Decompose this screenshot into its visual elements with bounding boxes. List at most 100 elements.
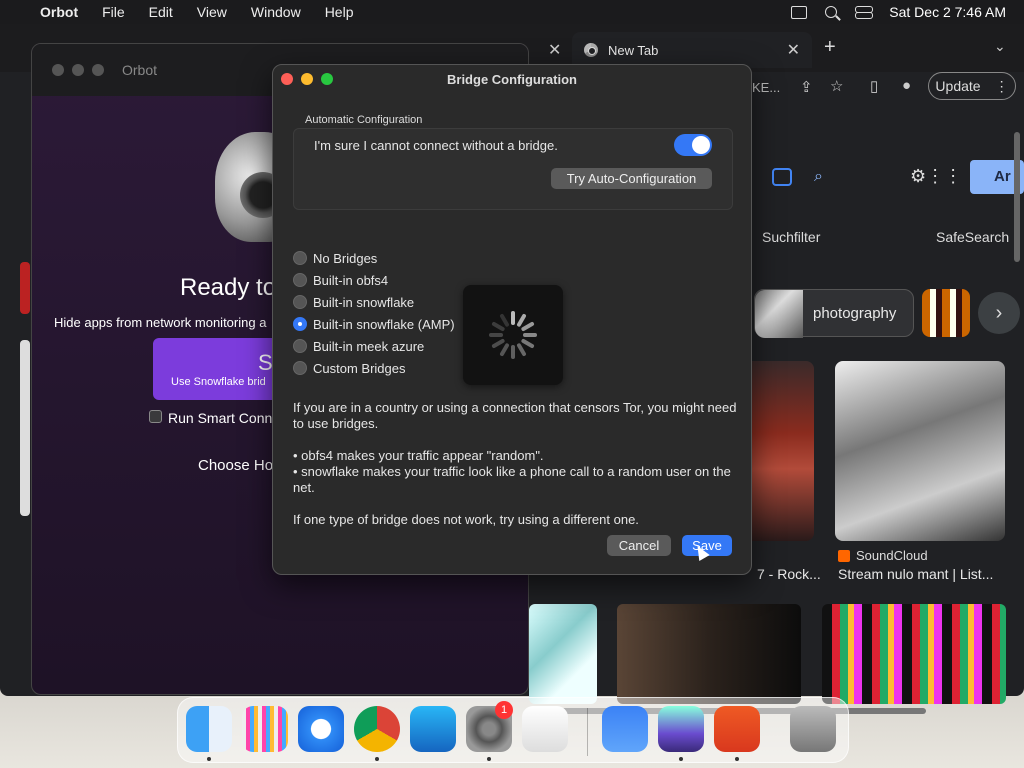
image-result[interactable] <box>20 340 30 516</box>
chrome-logo-icon <box>584 43 598 57</box>
chevron-right-icon[interactable]: › <box>978 292 1020 334</box>
toggle-knob <box>692 136 710 154</box>
result-title[interactable]: Stream nulo mant | List... <box>838 566 993 582</box>
radio-obfs4[interactable] <box>293 273 307 287</box>
image-result[interactable] <box>752 361 814 541</box>
chrome-icon[interactable] <box>354 706 400 752</box>
launchpad-icon[interactable] <box>242 706 288 752</box>
chip-thumbnail <box>755 290 803 338</box>
profile-icon[interactable]: ● <box>902 77 911 94</box>
image-result[interactable] <box>20 262 30 314</box>
auto-config-section-title: Automatic Configuration <box>305 114 423 126</box>
running-indicator <box>487 757 491 761</box>
radio-label[interactable]: Custom Bridges <box>313 361 405 376</box>
menu-file[interactable]: File <box>90 4 137 20</box>
zoom-window-icon[interactable] <box>92 64 104 76</box>
safari-icon[interactable] <box>298 706 344 752</box>
radio-label[interactable]: Built-in snowflake (AMP) <box>313 317 455 332</box>
try-auto-configuration-button[interactable]: Try Auto-Configuration <box>551 168 712 189</box>
tab-new-tab[interactable]: New Tab ✕ <box>572 32 812 68</box>
more-menu-icon[interactable]: ⋮ <box>995 78 1009 95</box>
start-button-sublabel: Use Snowflake brid <box>171 376 266 388</box>
new-tab-button[interactable]: + <box>824 36 836 59</box>
weather-icon[interactable] <box>602 706 648 752</box>
radio-snowflake[interactable] <box>293 295 307 309</box>
close-window-icon[interactable] <box>52 64 64 76</box>
description-snowflake: • snowflake makes your traffic look like… <box>293 464 731 495</box>
update-label: Update <box>935 78 981 94</box>
pixel-art-chip[interactable] <box>922 289 970 337</box>
menu-clock[interactable]: Sat Dec 2 7:46 AM <box>889 4 1006 20</box>
bookmark-star-icon[interactable]: ☆ <box>830 77 843 95</box>
dock-separator <box>587 708 588 756</box>
description-censorship: If you are in a country or using a conne… <box>293 400 737 431</box>
side-panel-icon[interactable]: ▯ <box>870 77 878 95</box>
search-icon[interactable]: ⌕ <box>814 168 823 186</box>
radio-no-bridges[interactable] <box>293 251 307 265</box>
smart-connect-checkbox[interactable] <box>149 410 162 423</box>
soundcloud-icon <box>838 549 850 562</box>
radio-label[interactable]: Built-in obfs4 <box>313 273 388 288</box>
radio-label[interactable]: Built-in meek azure <box>313 339 424 354</box>
running-indicator <box>679 757 683 761</box>
image-result[interactable] <box>822 604 1006 704</box>
source-name: SoundCloud <box>856 548 928 563</box>
running-indicator <box>375 757 379 761</box>
radio-snowflake-amp[interactable] <box>293 317 307 331</box>
running-indicator <box>207 757 211 761</box>
menu-view[interactable]: View <box>185 4 239 20</box>
dialog-title: Bridge Configuration <box>447 72 577 87</box>
menu-help[interactable]: Help <box>313 4 366 20</box>
notification-badge: 1 <box>495 701 513 719</box>
choose-how-link[interactable]: Choose Ho <box>198 457 273 474</box>
image-result[interactable] <box>835 361 1005 541</box>
trash-icon[interactable] <box>790 706 836 752</box>
menu-edit[interactable]: Edit <box>137 4 185 20</box>
app-store-icon[interactable] <box>410 706 456 752</box>
suchfilter-link[interactable]: Suchfilter <box>762 229 820 245</box>
control-center-icon[interactable] <box>855 5 874 19</box>
status-subtitle: Hide apps from network monitoring a <box>54 315 267 330</box>
remote-desktop-icon[interactable] <box>714 706 760 752</box>
description-fallback: If one type of bridge does not work, try… <box>293 512 639 527</box>
spinner-icon <box>489 311 537 359</box>
chip-label: photography <box>813 304 897 322</box>
radio-meek-azure[interactable] <box>293 339 307 353</box>
update-button[interactable]: Update ⋮ <box>928 72 1016 100</box>
vertical-scrollbar[interactable] <box>1014 132 1020 262</box>
spotlight-search-icon[interactable] <box>825 6 838 18</box>
description-obfs4: • obfs4 makes your traffic appear "rando… <box>293 448 544 463</box>
image-result[interactable] <box>617 604 801 704</box>
cancel-button[interactable]: Cancel <box>607 535 671 556</box>
image-result[interactable] <box>529 604 597 704</box>
share-icon[interactable]: ⇪ <box>800 78 813 96</box>
close-icon[interactable]: ✕ <box>787 40 800 60</box>
tab-search-chevron-icon[interactable]: ⌄ <box>994 38 1006 55</box>
address-bar-text[interactable]: KE... <box>752 80 780 95</box>
window-overview-icon[interactable] <box>791 5 808 19</box>
menu-bar: Orbot File Edit View Window Help Sat Dec… <box>0 0 1024 24</box>
settings-apps-icon[interactable]: ⚙⋮⋮ <box>910 166 962 187</box>
radio-label[interactable]: Built-in snowflake <box>313 295 414 310</box>
menu-window[interactable]: Window <box>239 4 313 20</box>
finder-icon[interactable] <box>186 706 232 752</box>
tab-title: New Tab <box>608 42 659 58</box>
radio-custom-bridges[interactable] <box>293 361 307 375</box>
source-label: SoundCloud <box>838 548 928 563</box>
window-title: Orbot <box>122 62 158 78</box>
google-lens-icon[interactable] <box>772 168 792 186</box>
textedit-icon[interactable] <box>522 706 568 752</box>
dock <box>177 697 849 763</box>
progress-overlay <box>463 285 563 385</box>
result-title[interactable]: 7 - Rock... <box>757 566 821 582</box>
photography-chip[interactable]: photography <box>754 289 914 338</box>
smart-connect-label: Run Smart Conne <box>168 410 281 426</box>
close-tab-icon[interactable]: ✕ <box>548 40 561 60</box>
orbot-icon[interactable] <box>658 706 704 752</box>
safesearch-link[interactable]: SafeSearch <box>936 229 1009 245</box>
menu-app-name[interactable]: Orbot <box>28 4 90 20</box>
minimize-window-icon[interactable] <box>72 64 84 76</box>
bridge-configuration-dialog: Bridge Configuration Automatic Configura… <box>272 64 752 575</box>
radio-label[interactable]: No Bridges <box>313 251 377 266</box>
auto-config-label: I'm sure I cannot connect without a brid… <box>314 138 558 153</box>
